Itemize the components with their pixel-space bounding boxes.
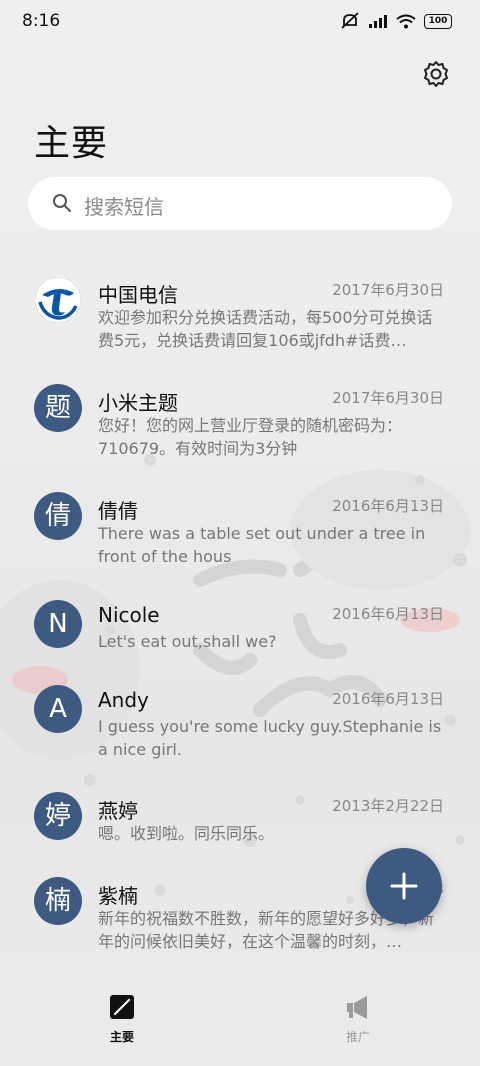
search-placeholder: 搜索短信 xyxy=(84,195,164,219)
avatar: 倩 xyxy=(34,492,82,540)
compose-button[interactable] xyxy=(366,848,442,924)
message-snippet: There was a table set out under a tree i… xyxy=(98,524,426,566)
contact-name: 燕婷 xyxy=(98,799,138,823)
wifi-icon xyxy=(396,14,416,28)
nav-tab-main[interactable]: 主要 xyxy=(82,994,162,1045)
avatar: N xyxy=(34,600,82,648)
page-title: 主要 xyxy=(34,123,109,164)
contact-name: 倩倩 xyxy=(98,499,138,523)
contact-name: 紫楠 xyxy=(98,884,138,908)
nav-label-promo: 推广 xyxy=(345,1030,370,1044)
settings-button[interactable] xyxy=(422,60,450,88)
message-date: 2016年6月13日 xyxy=(332,497,444,515)
megaphone-icon xyxy=(347,996,367,1019)
status-icons: 100 xyxy=(340,12,452,30)
conversation-item[interactable]: 中国电信 2017年6月30日 欢迎参加积分兑换话费活动，每500分可兑换话费5… xyxy=(0,270,480,370)
bottom-nav: 主要 推广 xyxy=(0,980,480,1066)
status-time: 8:16 xyxy=(22,11,61,31)
conversation-item[interactable]: 倩 倩倩 2016年6月13日 There was a table set ou… xyxy=(0,486,480,586)
contact-name: 小米主题 xyxy=(98,391,178,415)
signal-icon xyxy=(369,15,387,28)
avatar: A xyxy=(34,685,82,733)
contact-name: 中国电信 xyxy=(98,283,178,307)
gear-icon xyxy=(424,61,448,87)
message-date: 2017年6月30日 xyxy=(332,281,444,299)
message-snippet: I guess you're some lucky guy.Stephanie … xyxy=(98,717,442,759)
conversation-item[interactable]: A Andy 2016年6月13日 I guess you're some lu… xyxy=(0,679,480,779)
avatar: 题 xyxy=(34,384,82,432)
message-snippet: Let's eat out,shall we? xyxy=(98,632,277,651)
search-icon xyxy=(53,194,71,212)
message-snippet: 嗯。收到啦。同乐同乐。 xyxy=(98,824,275,843)
nav-label-main: 主要 xyxy=(109,1030,134,1044)
contact-name: Nicole xyxy=(98,603,160,627)
status-bar: 8:16 100 xyxy=(0,0,480,44)
battery-indicator: 100 xyxy=(424,13,452,29)
avatar: 婷 xyxy=(34,792,82,840)
avatar xyxy=(34,276,82,324)
message-date: 2013年2月22日 xyxy=(332,797,444,815)
plus-icon xyxy=(390,872,418,900)
avatar: 楠 xyxy=(34,877,82,925)
china-telecom-logo-icon xyxy=(34,276,82,324)
message-date: 2017年6月30日 xyxy=(332,389,444,407)
message-icon xyxy=(110,995,134,1019)
conversation-item[interactable]: 题 小米主题 2017年6月30日 您好！您的网上营业厅登录的随机密码为：710… xyxy=(0,378,480,478)
search-bar[interactable]: 搜索短信 xyxy=(28,177,452,230)
nav-tab-promo[interactable]: 推广 xyxy=(318,994,398,1045)
message-date: 2016年6月13日 xyxy=(332,605,444,623)
message-snippet: 欢迎参加积分兑换话费活动，每500分可兑换话费5元，兑换话费请回复106或jfd… xyxy=(98,308,433,350)
alarm-off-icon xyxy=(341,12,359,29)
message-date: 2016年6月13日 xyxy=(332,690,444,708)
message-snippet: 您好！您的网上营业厅登录的随机密码为：710679。有效时间为3分钟 xyxy=(98,416,403,458)
contact-name: Andy xyxy=(98,688,149,712)
